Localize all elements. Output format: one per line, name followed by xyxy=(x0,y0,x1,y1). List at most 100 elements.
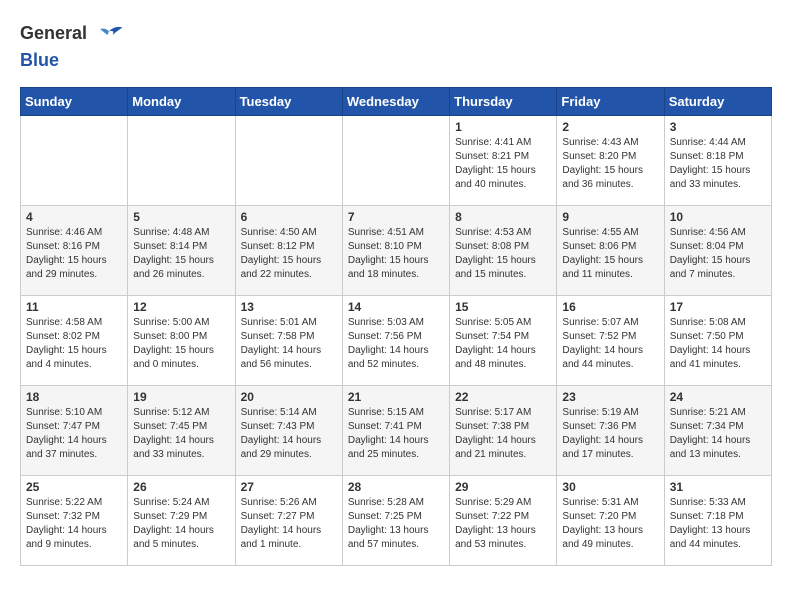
day-cell: 18 Sunrise: 5:10 AMSunset: 7:47 PMDayligh… xyxy=(21,386,128,476)
day-number: 23 xyxy=(562,390,658,404)
day-cell: 12 Sunrise: 5:00 AMSunset: 8:00 PMDayligh… xyxy=(128,296,235,386)
day-cell: 3Sunrise: 4:44 AMSunset: 8:18 PMDaylight… xyxy=(664,116,771,206)
day-number: 6 xyxy=(241,210,337,224)
day-info: Sunrise: 5:31 AMSunset: 7:20 PMDaylight:… xyxy=(562,496,658,552)
day-number: 21 xyxy=(348,390,444,404)
day-info: Sunrise: 5:01 AMSunset: 7:58 PMDaylight:… xyxy=(241,316,337,372)
day-info: Sunrise: 4:46 AMSunset: 8:16 PMDaylight:… xyxy=(26,226,122,282)
day-cell: 19Sunrise: 5:12 AMSunset: 7:45 PMDayligh… xyxy=(128,386,235,476)
day-cell: 25Sunrise: 5:22 AMSunset: 7:32 PMDayligh… xyxy=(21,476,128,566)
day-number: 14 xyxy=(348,300,444,314)
day-info: Sunrise: 4:41 AMSunset: 8:21 PMDaylight:… xyxy=(455,136,551,192)
header-cell-saturday: Saturday xyxy=(664,88,771,116)
day-number: 26 xyxy=(133,480,229,494)
day-number: 20 xyxy=(241,390,337,404)
day-number: 18 xyxy=(26,390,122,404)
header-cell-friday: Friday xyxy=(557,88,664,116)
day-number: 12 xyxy=(133,300,229,314)
day-cell: 28Sunrise: 5:28 AMSunset: 7:25 PMDayligh… xyxy=(342,476,449,566)
day-info: Sunrise: 5:21 AMSunset: 7:34 PMDaylight:… xyxy=(670,406,766,462)
day-cell: 14Sunrise: 5:03 AMSunset: 7:56 PMDayligh… xyxy=(342,296,449,386)
day-number: 9 xyxy=(562,210,658,224)
day-number: 31 xyxy=(670,480,766,494)
day-cell: 21 Sunrise: 5:15 AMSunset: 7:41 PMDayligh… xyxy=(342,386,449,476)
header-cell-wednesday: Wednesday xyxy=(342,88,449,116)
week-row-0: 1 Sunrise: 4:41 AMSunset: 8:21 PMDaylight… xyxy=(21,116,772,206)
day-number: 11 xyxy=(26,300,122,314)
day-info: Sunrise: 5:29 AMSunset: 7:22 PMDaylight:… xyxy=(455,496,551,552)
logo-bird-icon xyxy=(94,20,124,50)
day-info: Sunrise: 4:58 AMSunset: 8:02 PMDaylight:… xyxy=(26,316,122,372)
day-info: Sunrise: 4:43 AMSunset: 8:20 PMDaylight:… xyxy=(562,136,658,192)
header-cell-thursday: Thursday xyxy=(450,88,557,116)
day-cell: 9Sunrise: 4:55 AMSunset: 8:06 PMDaylight… xyxy=(557,206,664,296)
header-cell-monday: Monday xyxy=(128,88,235,116)
day-info: Sunrise: 5:00 AMSunset: 8:00 PMDaylight:… xyxy=(133,316,229,372)
logo-blue-text: Blue xyxy=(20,50,59,70)
day-cell: 31 Sunrise: 5:33 AMSunset: 7:18 PMDayligh… xyxy=(664,476,771,566)
day-cell: 11 Sunrise: 4:58 AMSunset: 8:02 PMDayligh… xyxy=(21,296,128,386)
day-info: Sunrise: 5:24 AMSunset: 7:29 PMDaylight:… xyxy=(133,496,229,552)
calendar-header: SundayMondayTuesdayWednesdayThursdayFrid… xyxy=(21,88,772,116)
day-info: Sunrise: 5:10 AMSunset: 7:47 PMDaylight:… xyxy=(26,406,122,462)
day-number: 7 xyxy=(348,210,444,224)
day-number: 17 xyxy=(670,300,766,314)
day-number: 24 xyxy=(670,390,766,404)
day-cell: 10 Sunrise: 4:56 AMSunset: 8:04 PMDayligh… xyxy=(664,206,771,296)
logo-general-text: General xyxy=(20,23,87,43)
day-cell: 22 Sunrise: 5:17 AMSunset: 7:38 PMDayligh… xyxy=(450,386,557,476)
day-info: Sunrise: 4:53 AMSunset: 8:08 PMDaylight:… xyxy=(455,226,551,282)
day-info: Sunrise: 5:08 AMSunset: 7:50 PMDaylight:… xyxy=(670,316,766,372)
day-number: 1 xyxy=(455,120,551,134)
page-header: General Blue xyxy=(20,20,772,71)
day-cell: 23 Sunrise: 5:19 AMSunset: 7:36 PMDayligh… xyxy=(557,386,664,476)
day-number: 29 xyxy=(455,480,551,494)
header-cell-tuesday: Tuesday xyxy=(235,88,342,116)
day-cell: 1 Sunrise: 4:41 AMSunset: 8:21 PMDaylight… xyxy=(450,116,557,206)
header-cell-sunday: Sunday xyxy=(21,88,128,116)
day-number: 4 xyxy=(26,210,122,224)
day-number: 19 xyxy=(133,390,229,404)
day-cell xyxy=(342,116,449,206)
day-cell: 5Sunrise: 4:48 AMSunset: 8:14 PMDaylight… xyxy=(128,206,235,296)
day-info: Sunrise: 5:19 AMSunset: 7:36 PMDaylight:… xyxy=(562,406,658,462)
day-cell: 2Sunrise: 4:43 AMSunset: 8:20 PMDaylight… xyxy=(557,116,664,206)
header-row: SundayMondayTuesdayWednesdayThursdayFrid… xyxy=(21,88,772,116)
day-info: Sunrise: 4:44 AMSunset: 8:18 PMDaylight:… xyxy=(670,136,766,192)
day-info: Sunrise: 5:22 AMSunset: 7:32 PMDaylight:… xyxy=(26,496,122,552)
day-cell: 27 Sunrise: 5:26 AMSunset: 7:27 PMDayligh… xyxy=(235,476,342,566)
day-info: Sunrise: 5:14 AMSunset: 7:43 PMDaylight:… xyxy=(241,406,337,462)
day-cell: 6 Sunrise: 4:50 AMSunset: 8:12 PMDaylight… xyxy=(235,206,342,296)
day-number: 30 xyxy=(562,480,658,494)
day-cell xyxy=(21,116,128,206)
day-info: Sunrise: 5:17 AMSunset: 7:38 PMDaylight:… xyxy=(455,406,551,462)
day-cell xyxy=(128,116,235,206)
day-number: 22 xyxy=(455,390,551,404)
day-cell: 13 Sunrise: 5:01 AMSunset: 7:58 PMDayligh… xyxy=(235,296,342,386)
day-info: Sunrise: 5:07 AMSunset: 7:52 PMDaylight:… xyxy=(562,316,658,372)
day-cell: 4 Sunrise: 4:46 AMSunset: 8:16 PMDaylight… xyxy=(21,206,128,296)
day-number: 8 xyxy=(455,210,551,224)
day-info: Sunrise: 5:26 AMSunset: 7:27 PMDaylight:… xyxy=(241,496,337,552)
day-cell: 15 Sunrise: 5:05 AMSunset: 7:54 PMDayligh… xyxy=(450,296,557,386)
logo: General Blue xyxy=(20,20,126,71)
day-cell xyxy=(235,116,342,206)
day-info: Sunrise: 5:15 AMSunset: 7:41 PMDaylight:… xyxy=(348,406,444,462)
day-cell: 17 Sunrise: 5:08 AMSunset: 7:50 PMDayligh… xyxy=(664,296,771,386)
day-number: 10 xyxy=(670,210,766,224)
day-info: Sunrise: 4:50 AMSunset: 8:12 PMDaylight:… xyxy=(241,226,337,282)
day-number: 27 xyxy=(241,480,337,494)
week-row-1: 4 Sunrise: 4:46 AMSunset: 8:16 PMDaylight… xyxy=(21,206,772,296)
week-row-3: 18 Sunrise: 5:10 AMSunset: 7:47 PMDayligh… xyxy=(21,386,772,476)
day-info: Sunrise: 5:33 AMSunset: 7:18 PMDaylight:… xyxy=(670,496,766,552)
day-number: 13 xyxy=(241,300,337,314)
day-number: 15 xyxy=(455,300,551,314)
day-cell: 7Sunrise: 4:51 AMSunset: 8:10 PMDaylight… xyxy=(342,206,449,296)
day-info: Sunrise: 4:48 AMSunset: 8:14 PMDaylight:… xyxy=(133,226,229,282)
day-cell: 8 Sunrise: 4:53 AMSunset: 8:08 PMDaylight… xyxy=(450,206,557,296)
day-number: 16 xyxy=(562,300,658,314)
day-number: 28 xyxy=(348,480,444,494)
day-info: Sunrise: 4:56 AMSunset: 8:04 PMDaylight:… xyxy=(670,226,766,282)
day-info: Sunrise: 5:05 AMSunset: 7:54 PMDaylight:… xyxy=(455,316,551,372)
day-cell: 20 Sunrise: 5:14 AMSunset: 7:43 PMDayligh… xyxy=(235,386,342,476)
